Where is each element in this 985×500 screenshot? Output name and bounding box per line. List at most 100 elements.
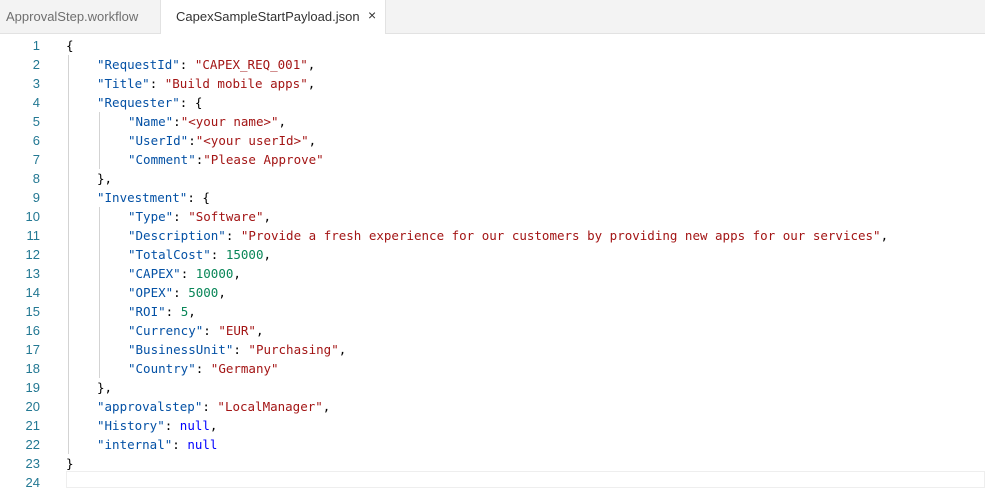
code-token: "Currency" xyxy=(128,323,204,338)
code-token: "Software" xyxy=(188,209,264,224)
code-token: "Germany" xyxy=(210,361,279,376)
code-text: } xyxy=(66,454,74,473)
indent-guide xyxy=(99,112,100,131)
code-token: : xyxy=(179,57,195,72)
code-text: "Description": "Provide a fresh experien… xyxy=(128,226,888,245)
code-line[interactable]: 15 "ROI": 5, xyxy=(0,302,985,321)
code-token: "Description" xyxy=(128,228,226,243)
code-token: , xyxy=(188,304,196,319)
line-number: 5 xyxy=(32,114,40,129)
code-line[interactable]: 19}, xyxy=(0,378,985,397)
code-token: "History" xyxy=(97,418,165,433)
indent-guide xyxy=(68,112,69,131)
tab-approvalstep-workflow[interactable]: ApprovalStep.workflow xyxy=(0,0,160,33)
code-token: }, xyxy=(97,380,113,395)
code-line[interactable]: 1{ xyxy=(0,36,985,55)
indent-guide xyxy=(68,74,69,93)
code-line[interactable]: 7 "Comment":"Please Approve" xyxy=(0,150,985,169)
code-line[interactable]: 12 "TotalCost": 15000, xyxy=(0,245,985,264)
indent-guide xyxy=(68,150,69,169)
code-line[interactable]: 17 "BusinessUnit": "Purchasing", xyxy=(0,340,985,359)
code-line[interactable]: 9 "Investment": { xyxy=(0,188,985,207)
code-token: : xyxy=(203,323,219,338)
code-line[interactable]: 18 "Country": "Germany" xyxy=(0,359,985,378)
line-number: 2 xyxy=(32,57,40,72)
code-line[interactable]: 6 "UserId":"<your userId>", xyxy=(0,131,985,150)
code-token: : xyxy=(165,304,181,319)
close-icon[interactable]: × xyxy=(368,7,376,23)
indent-guide xyxy=(68,283,69,302)
indent-guide xyxy=(68,207,69,226)
line-number: 4 xyxy=(32,95,40,110)
tab-capex-sample-start-payload[interactable]: CapexSampleStartPayload.json × xyxy=(160,0,386,34)
code-token: : xyxy=(202,399,218,414)
indent-guide xyxy=(68,359,69,378)
code-line[interactable]: 4 "Requester": { xyxy=(0,93,985,112)
code-token: : { xyxy=(187,190,210,205)
indent-guide xyxy=(68,169,69,188)
code-token: , xyxy=(263,247,272,262)
line-number: 6 xyxy=(32,133,40,148)
code-text: "internal": null xyxy=(97,435,217,454)
code-text: "Comment":"Please Approve" xyxy=(128,150,324,169)
code-line[interactable]: 5 "Name":"<your name>", xyxy=(0,112,985,131)
code-line[interactable]: 24 xyxy=(0,473,985,492)
line-number: 1 xyxy=(32,38,40,53)
code-token: : xyxy=(225,228,241,243)
code-token: 5000 xyxy=(188,285,219,300)
code-line[interactable]: 3 "Title": "Build mobile apps", xyxy=(0,74,985,93)
code-token: "RequestId" xyxy=(97,57,180,72)
code-token: "approvalstep" xyxy=(97,399,203,414)
indent-guide xyxy=(68,416,69,435)
code-token: : xyxy=(173,285,189,300)
code-line[interactable]: 21 "History": null, xyxy=(0,416,985,435)
indent-guide xyxy=(99,283,100,302)
code-token: "TotalCost" xyxy=(128,247,211,262)
code-token: : xyxy=(173,209,189,224)
code-token: "Comment" xyxy=(128,152,196,167)
code-token: "CAPEX" xyxy=(128,266,181,281)
code-line[interactable]: 14 "OPEX": 5000, xyxy=(0,283,985,302)
indent-guide xyxy=(99,321,100,340)
line-number: 13 xyxy=(25,266,40,281)
code-token: , xyxy=(218,285,226,300)
code-token: , xyxy=(307,57,316,72)
code-editor[interactable]: 1{2 "RequestId": "CAPEX_REQ_001", 3 "Title"… xyxy=(0,34,985,500)
code-token: , xyxy=(307,76,316,91)
code-line[interactable]: 20 "approvalstep": "LocalManager", xyxy=(0,397,985,416)
code-token: "Name" xyxy=(128,114,174,129)
code-line[interactable]: 10 "Type": "Software", xyxy=(0,207,985,226)
code-line[interactable]: 22 "internal": null xyxy=(0,435,985,454)
indent-guide xyxy=(68,188,69,207)
indent-guide xyxy=(99,150,100,169)
indent-guide xyxy=(68,378,69,397)
code-token: , xyxy=(880,228,889,243)
line-number: 12 xyxy=(25,247,40,262)
code-token: "Purchasing" xyxy=(248,342,339,357)
code-line[interactable]: 23} xyxy=(0,454,985,473)
code-token: , xyxy=(308,133,317,148)
line-number: 22 xyxy=(25,437,40,452)
code-token: : xyxy=(149,76,165,91)
code-line[interactable]: 13 "CAPEX": 10000, xyxy=(0,264,985,283)
code-text: }, xyxy=(97,378,112,397)
code-text: "Investment": { xyxy=(97,188,210,207)
indent-guide xyxy=(68,93,69,112)
code-line[interactable]: 11 "Description": "Provide a fresh experi… xyxy=(0,226,985,245)
code-text: "CAPEX": 10000, xyxy=(128,264,241,283)
indent-guide xyxy=(99,340,100,359)
code-token: "ROI" xyxy=(128,304,166,319)
line-number: 14 xyxy=(25,285,40,300)
code-token: , xyxy=(263,209,272,224)
code-text: "Currency": "EUR", xyxy=(128,321,264,340)
indent-guide xyxy=(68,226,69,245)
code-token: : xyxy=(210,247,226,262)
code-token: : xyxy=(180,266,196,281)
code-line[interactable]: 16 "Currency": "EUR", xyxy=(0,321,985,340)
code-text: "Name":"<your name>", xyxy=(128,112,286,131)
code-token: , xyxy=(255,323,264,338)
line-number: 19 xyxy=(25,380,40,395)
code-line[interactable]: 8}, xyxy=(0,169,985,188)
code-token: , xyxy=(209,418,218,433)
code-line[interactable]: 2 "RequestId": "CAPEX_REQ_001", xyxy=(0,55,985,74)
